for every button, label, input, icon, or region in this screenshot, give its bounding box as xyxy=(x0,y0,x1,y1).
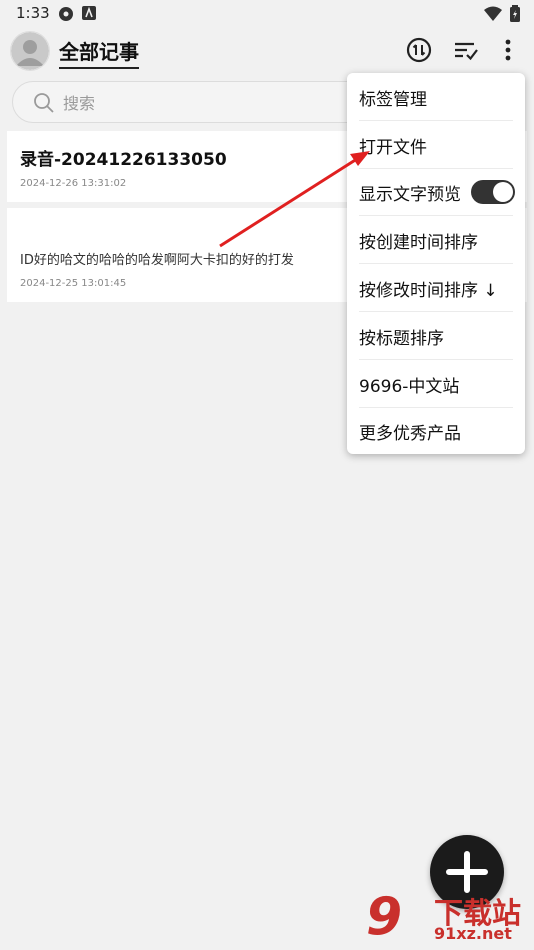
annotation-arrow xyxy=(219,151,370,248)
menu-item-more-products[interactable]: 更多优秀产品 xyxy=(347,407,525,455)
menu-item-label: 按标题排序 xyxy=(359,328,444,349)
menu-item-sort-title[interactable]: 按标题排序 xyxy=(347,312,525,360)
menu-item-chinese-site[interactable]: 9696-中文站 xyxy=(347,360,525,408)
watermark-logo: 9 xyxy=(366,887,403,947)
watermark-url: 91xz.net xyxy=(434,924,512,943)
watermark: 9 下载站 91xz.net xyxy=(366,888,534,950)
menu-item-label: 9696-中文站 xyxy=(359,376,460,397)
menu-item-label: 更多优秀产品 xyxy=(359,423,461,444)
